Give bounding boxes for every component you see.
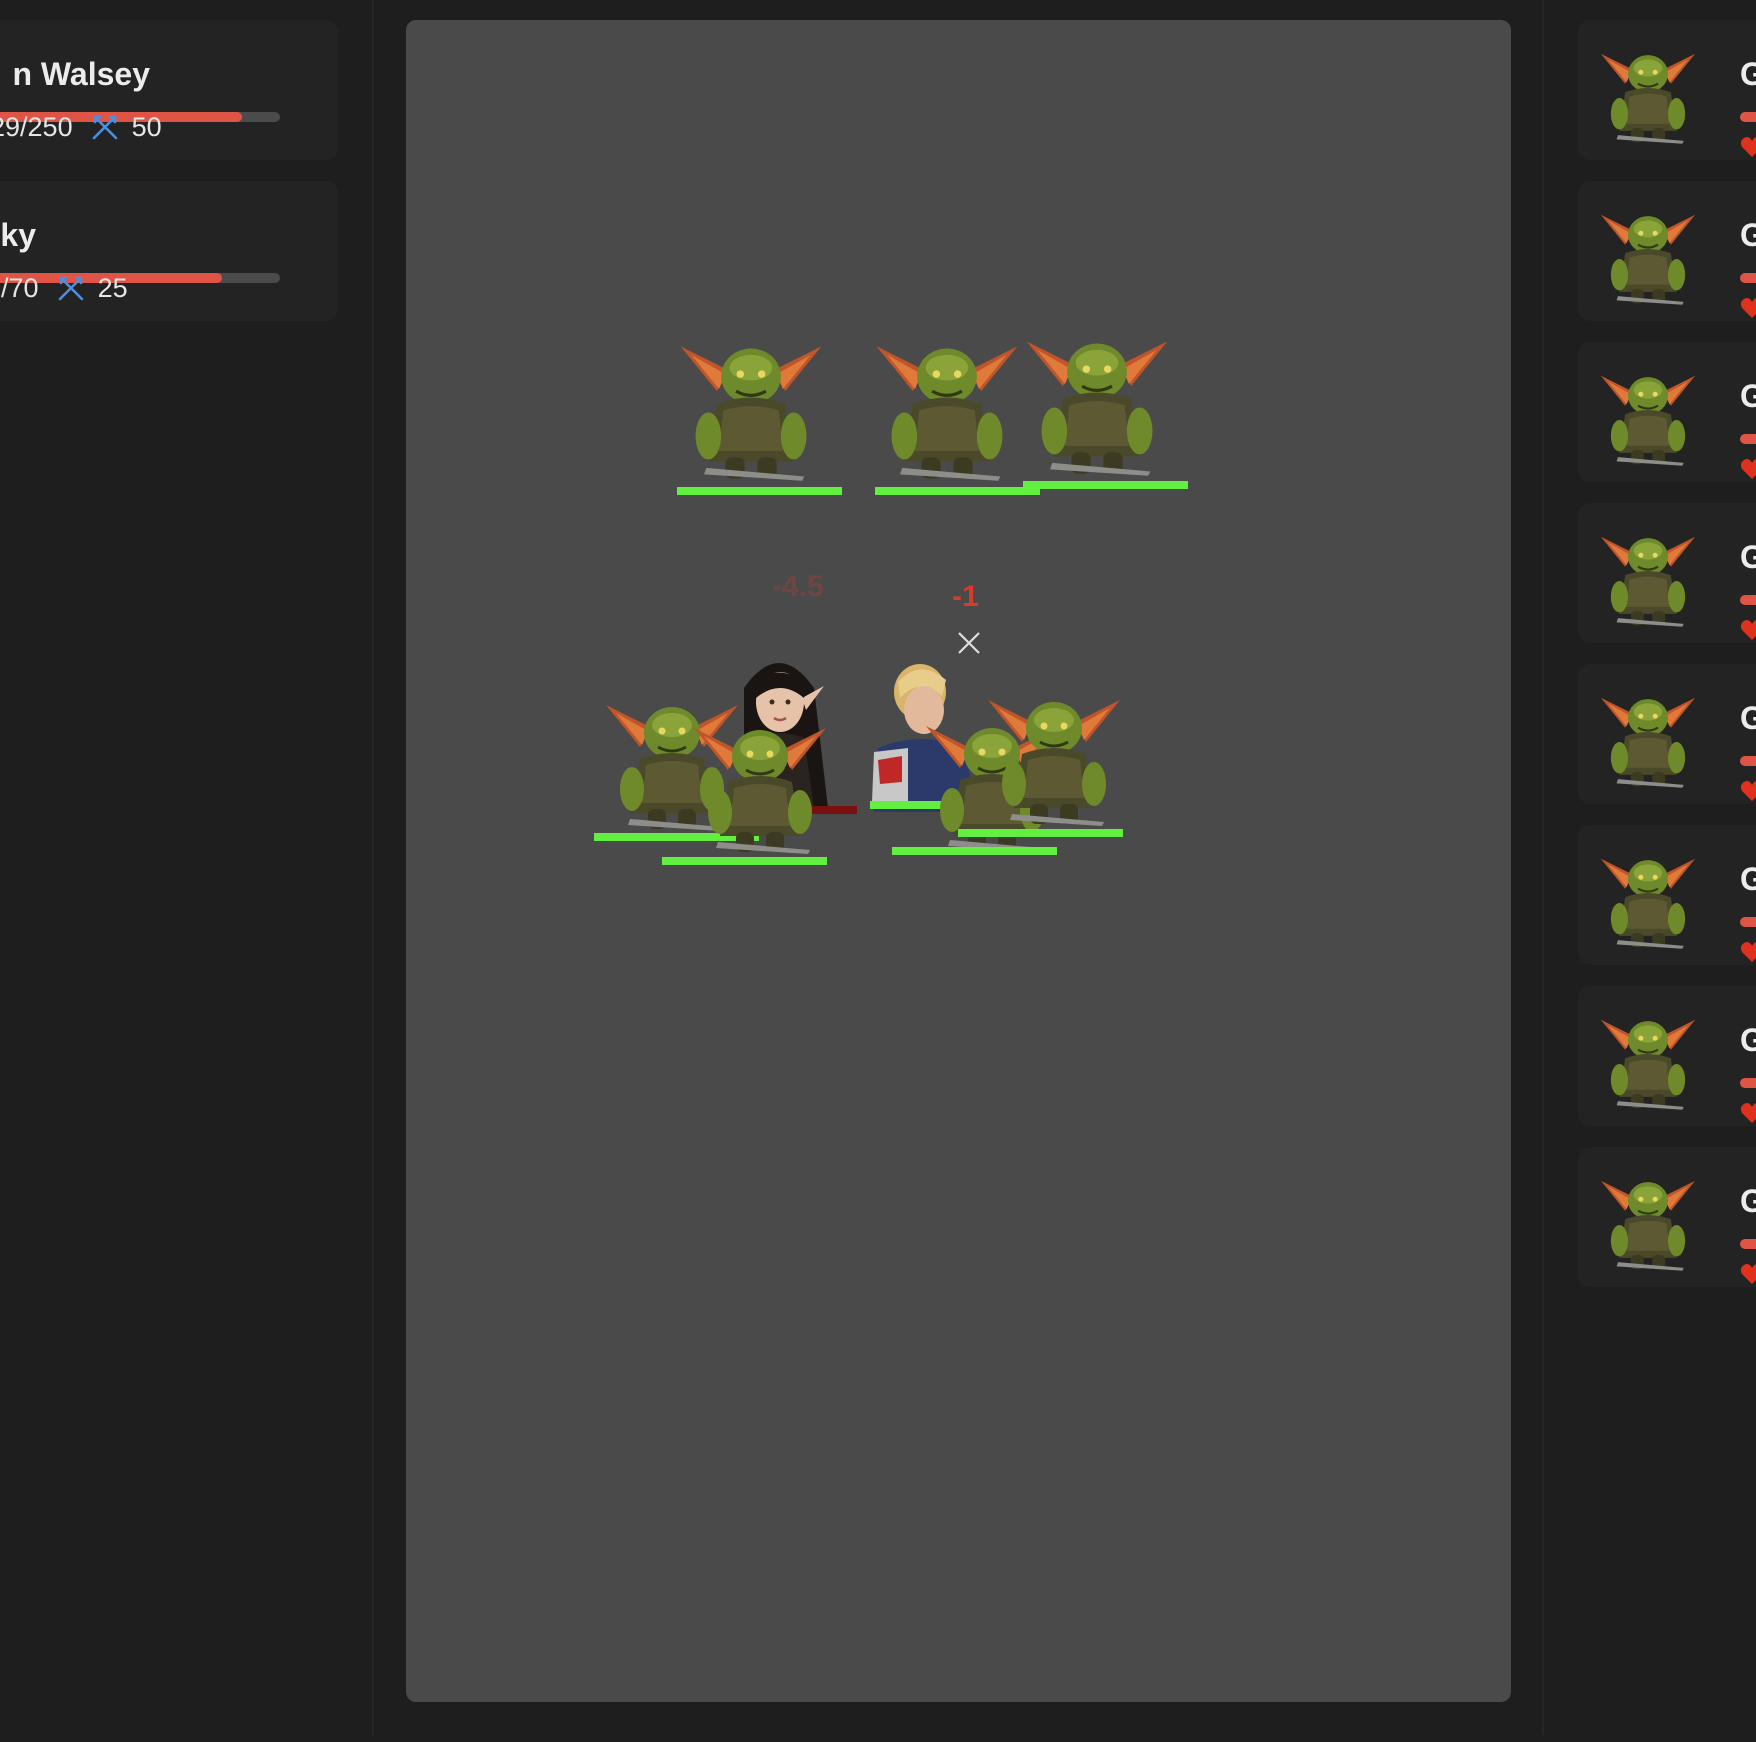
left-divider xyxy=(372,0,374,1735)
enemy-name: Gol xyxy=(1740,217,1756,253)
enemy-name: Gol xyxy=(1740,861,1756,897)
enemy-card[interactable]: Gol 40 xyxy=(1578,20,1756,160)
goblin-grunt-icon xyxy=(1598,521,1698,631)
enemy-card[interactable]: Gol 20 xyxy=(1578,1147,1756,1287)
goblin-sprite-icon xyxy=(872,325,1022,485)
enemy-card[interactable]: Gol 40 xyxy=(1578,181,1756,321)
unit-hp-bar xyxy=(662,857,827,865)
enemy-hp-bar xyxy=(1740,112,1756,122)
party-panel: n Walsey 29/250 50 ky 1/70 xyxy=(0,0,372,1742)
hero-hp-text: 29/250 xyxy=(0,112,73,142)
enemy-card[interactable]: Gol 20 xyxy=(1578,664,1756,804)
enemy-hp-bar xyxy=(1740,434,1756,444)
right-divider xyxy=(1542,0,1544,1735)
goblin-unit[interactable] xyxy=(676,325,826,485)
enemy-hp-bar xyxy=(1740,273,1756,283)
hero-hp-text: 1/70 xyxy=(0,273,39,303)
enemy-card[interactable]: Gol 20 xyxy=(1578,986,1756,1126)
enemy-name: Gol xyxy=(1740,56,1756,92)
goblin-sprite-icon xyxy=(676,325,826,485)
heart-icon xyxy=(1740,778,1756,801)
hero-card[interactable]: ky 1/70 25 xyxy=(0,181,338,321)
battlefield[interactable]: -4.5 -1 xyxy=(406,20,1511,1702)
hero-name: n Walsey xyxy=(12,56,150,92)
enemy-stats: 20 xyxy=(1740,615,1756,646)
heart-icon xyxy=(1740,134,1756,157)
goblin-unit[interactable] xyxy=(872,325,1022,485)
crossed-swords-icon xyxy=(58,275,84,301)
enemy-stats: 20 xyxy=(1740,937,1756,968)
heart-icon xyxy=(1740,456,1756,479)
heart-icon xyxy=(1740,617,1756,640)
goblin-warrior-icon xyxy=(1598,38,1698,148)
damage-popup: -1 xyxy=(952,580,979,613)
goblin-sprite-icon xyxy=(690,708,830,858)
heart-icon xyxy=(1740,295,1756,318)
hero-name: ky xyxy=(0,217,36,253)
enemy-stats: 40 xyxy=(1740,293,1756,324)
unit-hp-bar xyxy=(1023,481,1188,489)
unit-hp-bar xyxy=(958,829,1123,837)
goblin-grunt-icon xyxy=(1598,843,1698,953)
enemy-stats: 20 xyxy=(1740,1259,1756,1290)
enemy-panel: Gol 40 Gol 40 Gol 40 Gol 20 Gol 20 xyxy=(1546,0,1756,1742)
enemy-hp-bar xyxy=(1740,1078,1756,1088)
goblin-unit[interactable] xyxy=(1022,320,1172,480)
enemy-name: Gol xyxy=(1740,1183,1756,1219)
enemy-stats: 40 xyxy=(1740,454,1756,485)
enemy-name: Gol xyxy=(1740,539,1756,575)
heart-icon xyxy=(1740,1261,1756,1284)
unit-hp-bar xyxy=(892,847,1057,855)
damage-popup: -4.5 xyxy=(772,570,824,603)
goblin-unit[interactable] xyxy=(984,680,1124,830)
enemy-hp-bar xyxy=(1740,756,1756,766)
enemy-stats: 20 xyxy=(1740,1098,1756,1129)
goblin-grunt-icon xyxy=(1598,682,1698,792)
goblin-grunt-icon xyxy=(1598,1165,1698,1275)
enemy-card[interactable]: Gol 20 xyxy=(1578,825,1756,965)
crossed-swords-icon xyxy=(92,114,118,140)
enemy-name: Gol xyxy=(1740,700,1756,736)
hero-attack-value: 50 xyxy=(131,112,162,142)
enemy-card[interactable]: Gol 40 xyxy=(1578,342,1756,482)
hero-stats: 29/250 50 xyxy=(0,112,162,148)
hero-card[interactable]: n Walsey 29/250 50 xyxy=(0,20,338,160)
enemy-stats: 40 xyxy=(1740,132,1756,163)
goblin-warrior-icon xyxy=(1598,199,1698,309)
hero-attack-value: 25 xyxy=(97,273,128,303)
enemy-hp-bar xyxy=(1740,595,1756,605)
goblin-unit[interactable] xyxy=(690,708,830,858)
goblin-sprite-icon xyxy=(1022,320,1172,480)
enemy-stats: 20 xyxy=(1740,776,1756,807)
enemy-card[interactable]: Gol 20 xyxy=(1578,503,1756,643)
goblin-sprite-icon xyxy=(984,680,1124,830)
enemy-name: Gol xyxy=(1740,378,1756,414)
heart-icon xyxy=(1740,939,1756,962)
hero-stats: 1/70 25 xyxy=(0,273,128,309)
heart-icon xyxy=(1740,1100,1756,1123)
enemy-hp-bar xyxy=(1740,1239,1756,1249)
enemy-name: Gol xyxy=(1740,1022,1756,1058)
goblin-warrior-icon xyxy=(1598,360,1698,470)
goblin-grunt-icon xyxy=(1598,1004,1698,1114)
unit-hp-bar xyxy=(677,487,842,495)
unit-hp-bar xyxy=(875,487,1040,495)
enemy-hp-bar xyxy=(1740,917,1756,927)
